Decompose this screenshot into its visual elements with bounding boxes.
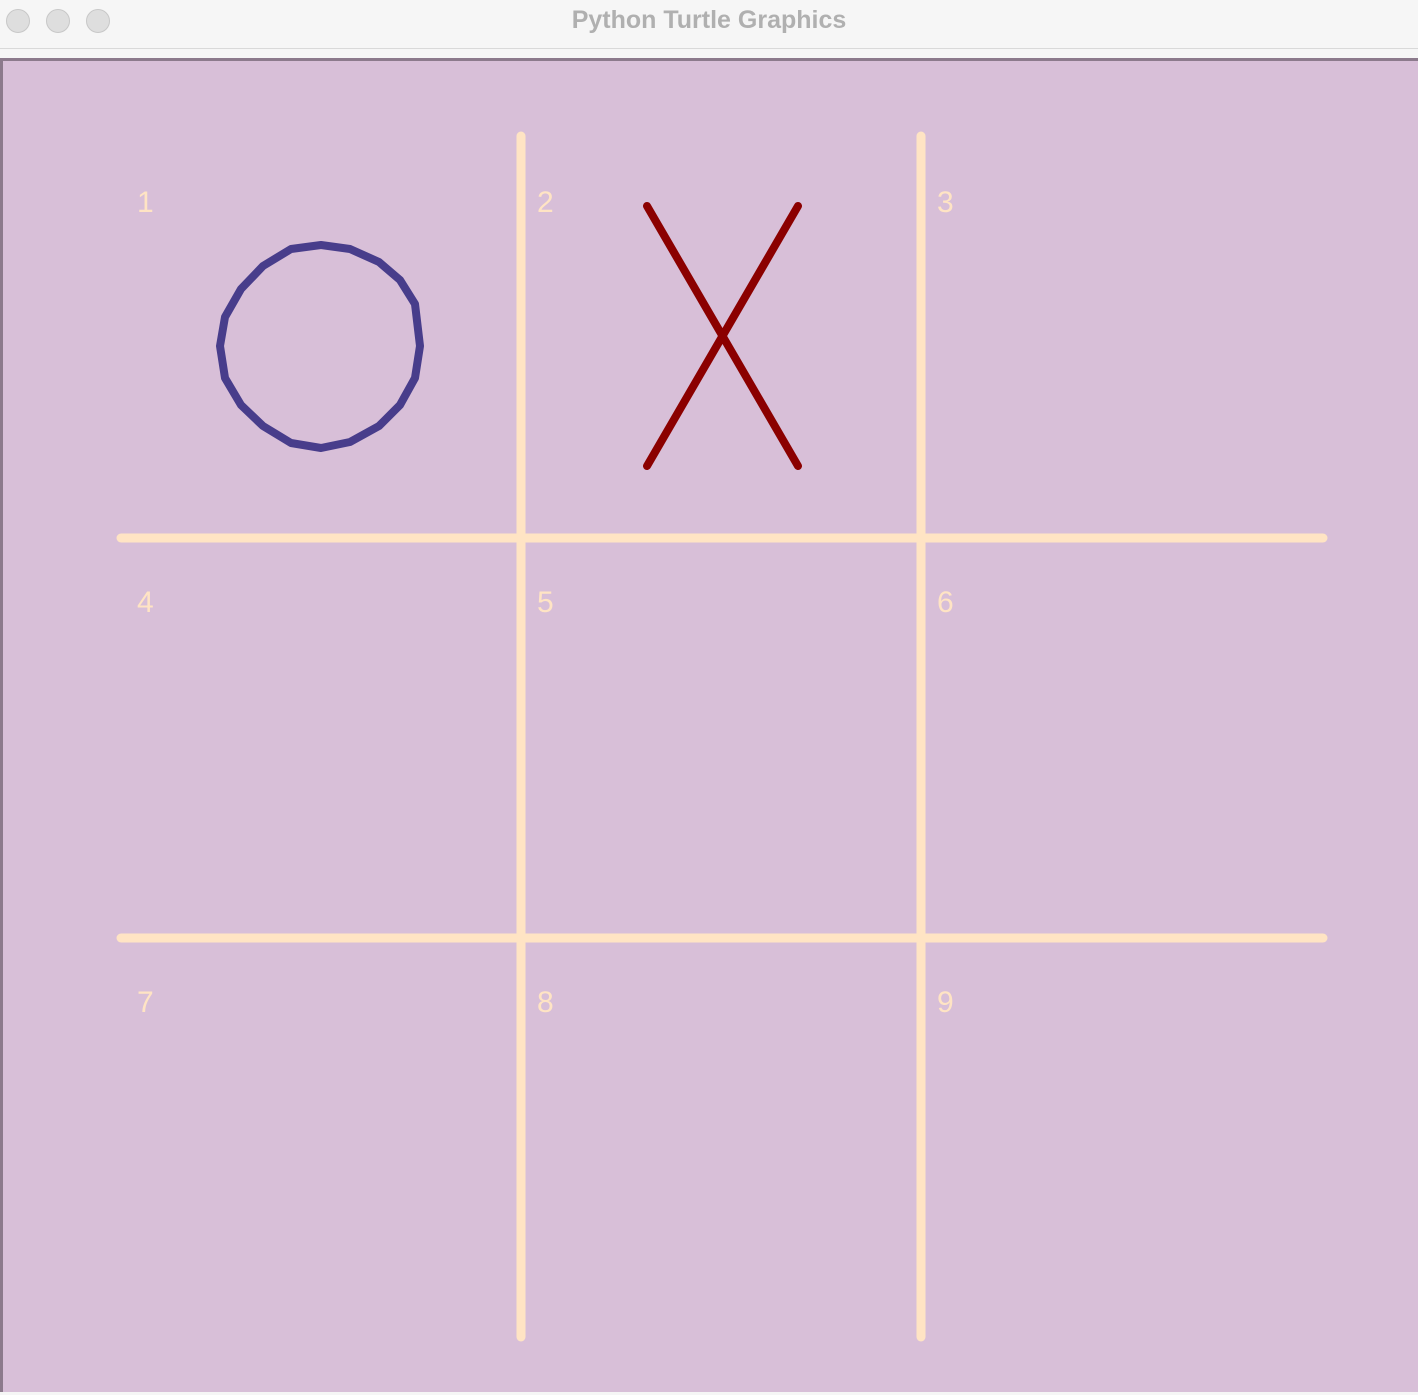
title-bar: Python Turtle Graphics <box>0 0 1418 49</box>
cell-label-1: 1 <box>137 186 154 219</box>
cell-label-9: 9 <box>937 986 954 1019</box>
o-mark <box>216 241 424 452</box>
cell-label-8: 8 <box>537 986 554 1019</box>
cell-label-2: 2 <box>537 186 554 219</box>
turtle-window: Python Turtle Graphics 1 2 3 4 5 6 7 8 9 <box>0 0 1418 1392</box>
game-canvas[interactable]: 1 2 3 4 5 6 7 8 9 <box>0 58 1418 1392</box>
cell-label-6: 6 <box>937 586 954 619</box>
cell-label-7: 7 <box>137 986 154 1019</box>
board-svg <box>116 131 1328 1342</box>
toolbar-gap <box>0 49 1418 58</box>
x-mark <box>643 202 802 470</box>
window-title: Python Turtle Graphics <box>571 6 847 34</box>
cell-label-5: 5 <box>537 586 554 619</box>
cell-label-4: 4 <box>137 586 154 619</box>
cell-label-3: 3 <box>937 186 954 219</box>
